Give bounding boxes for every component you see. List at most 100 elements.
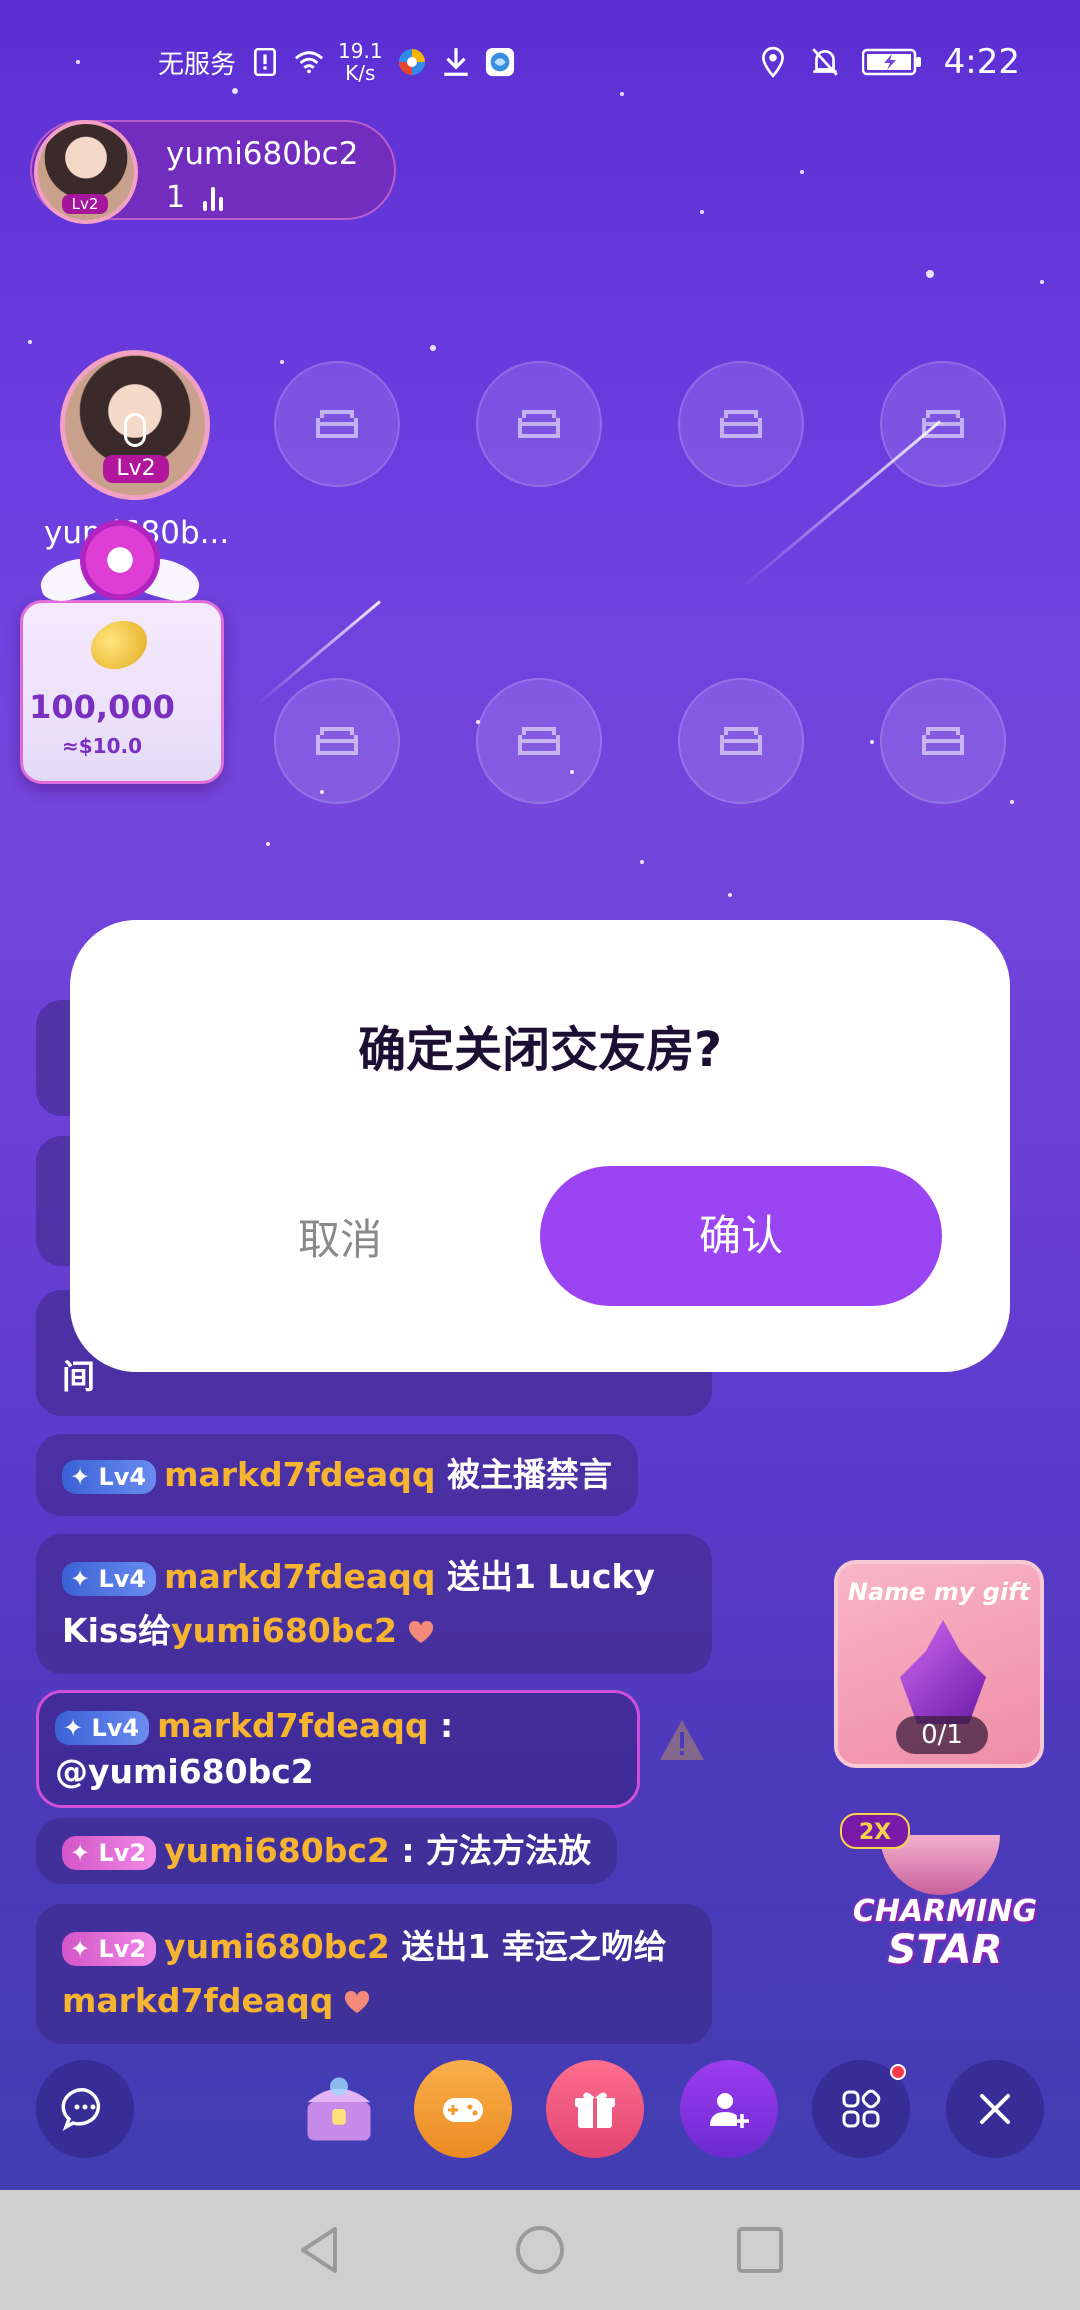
add-user-icon (710, 2093, 749, 2128)
gift-badge-icon (80, 520, 160, 600)
host-name: yumi680bc2 (166, 136, 359, 172)
host-info-pill[interactable]: Lv2 yumi680bc2 1 (30, 120, 396, 224)
chat-username[interactable]: markd7fdeaqq (164, 1557, 435, 1596)
chat-message[interactable]: ✦ Lv2 yumi680bc2 送出1 幸运之吻给 markd7fdeaqq (36, 1904, 712, 2044)
charm-line-2: STAR (887, 1927, 1003, 1973)
crystal-gift-icon (900, 1620, 986, 1724)
apps-grid-icon (842, 2089, 881, 2128)
recents-icon[interactable] (733, 2223, 787, 2277)
empty-seat[interactable] (274, 678, 400, 804)
gift-amount: 100,000 (29, 688, 175, 726)
confirm-button[interactable]: 确认 (540, 1166, 942, 1306)
dialog-title: 确定关闭交友房? (358, 1022, 722, 1078)
sofa-icon (518, 410, 560, 438)
empty-seat[interactable] (476, 678, 602, 804)
chat-button[interactable] (36, 2060, 134, 2158)
name-my-gift-promo[interactable]: Name my gift 0/1 (834, 1560, 1044, 1768)
level-badge: ✦ Lv4 (62, 1459, 157, 1494)
clock: 4:22 (943, 42, 1020, 82)
home-icon[interactable] (513, 2223, 567, 2277)
chat-text: : (428, 1706, 454, 1745)
browser-app-icon (397, 47, 427, 77)
empty-seat[interactable] (476, 361, 602, 487)
multiplier-badge: 2X (840, 1813, 910, 1849)
chat-message[interactable]: ✦ Lv4 markd7fdeaqq 送出1 Lucky Kiss给yumi680… (36, 1534, 712, 1674)
chat-message-mention[interactable]: ✦ Lv4 markd7fdeaqq : @yumi680bc2 (36, 1690, 640, 1808)
chat-message[interactable]: ✦ Lv2 yumi680bc2 : 方法方法放 (36, 1818, 618, 1884)
sofa-icon (518, 727, 560, 755)
audio-level-icon (203, 185, 224, 211)
chat-target-user[interactable]: markd7fdeaqq (62, 1981, 333, 2020)
host-mic-seat[interactable]: Lv2 (60, 350, 210, 500)
listener-count: 1 (166, 180, 224, 215)
warning-icon[interactable] (658, 1718, 706, 1762)
host-level-badge: Lv2 (62, 194, 108, 214)
mute-bell-icon (810, 47, 840, 77)
download-icon (441, 47, 471, 77)
wifi-icon (294, 47, 324, 77)
gift-usd-value: ≈$10.0 (61, 734, 143, 758)
sim-icon (250, 47, 280, 77)
level-badge: ✦ Lv4 (62, 1561, 157, 1596)
battery-charging-icon (861, 47, 922, 77)
seat-level-badge: Lv2 (103, 455, 169, 483)
empty-seat[interactable] (678, 678, 804, 804)
sofa-icon (922, 727, 964, 755)
chat-mention: @yumi680bc2 (55, 1752, 314, 1791)
gamepad-icon (443, 2098, 483, 2122)
chat-bubble-icon (61, 2088, 101, 2131)
location-icon (758, 46, 788, 78)
status-bar: 无服务 19.1 K/s 4:22 (0, 30, 1080, 94)
charm-line-1: CHARMING (852, 1894, 1038, 1929)
kiss-gift-icon (408, 1620, 433, 1643)
empty-seat[interactable] (274, 361, 400, 487)
level-badge: ✦ Lv2 (62, 1931, 157, 1966)
chat-target-user[interactable]: yumi680bc2 (171, 1611, 397, 1650)
level-badge: ✦ Lv4 (55, 1710, 150, 1745)
chat-text: : 方法方法放 (389, 1831, 592, 1870)
kiss-gift-icon (345, 1990, 370, 2013)
system-nav-bar (0, 2190, 1080, 2310)
network-speed: 19.1 K/s (338, 40, 383, 84)
chat-username[interactable]: markd7fdeaqq (164, 1455, 435, 1494)
sofa-icon (316, 410, 358, 438)
microphone-icon (124, 413, 146, 447)
carrier-label: 无服务 (158, 49, 237, 80)
invite-mic-button[interactable] (680, 2060, 778, 2158)
game-button[interactable] (414, 2060, 512, 2158)
level-badge: ✦ Lv2 (62, 1835, 157, 1870)
notification-dot (890, 2064, 906, 2080)
chat-text: 被主播禁言 (446, 1455, 612, 1494)
chat-username[interactable]: yumi680bc2 (164, 1831, 390, 1870)
empty-seat[interactable] (880, 678, 1006, 804)
speed-unit: K/s (345, 61, 376, 85)
promo-title: Name my gift (847, 1578, 1031, 1606)
treasure-box-button[interactable] (290, 2060, 388, 2158)
speed-value: 19.1 (338, 39, 383, 63)
chat-partial-text: 间 (62, 1357, 95, 1396)
empty-seat[interactable] (880, 361, 1006, 487)
sofa-icon (922, 410, 964, 438)
cancel-button[interactable]: 取消 (220, 1170, 460, 1310)
chat-username[interactable]: markd7fdeaqq (157, 1706, 428, 1745)
sofa-icon (720, 410, 762, 438)
chat-message[interactable]: ✦ Lv4 markd7fdeaqq 被主播禁言 (36, 1434, 638, 1516)
listener-count-value: 1 (166, 180, 186, 215)
sofa-icon (720, 727, 762, 755)
promo-progress: 0/1 (896, 1716, 988, 1754)
treasure-chest-icon (307, 2077, 371, 2141)
gift-button[interactable] (546, 2060, 644, 2158)
back-icon[interactable] (293, 2223, 347, 2277)
empty-seat[interactable] (678, 361, 804, 487)
close-icon (980, 2094, 1010, 2124)
chat-text: 送出1 幸运之吻给 (401, 1927, 667, 1966)
app-notification-icon (485, 47, 515, 77)
gift-box-icon (575, 2092, 615, 2128)
charming-star-label: CHARMING STAR (850, 1893, 1040, 1973)
charming-star-promo[interactable]: 2X CHARMING STAR (840, 1805, 1040, 1985)
chat-username[interactable]: yumi680bc2 (164, 1927, 390, 1966)
confirm-close-dialog: 确定关闭交友房? 取消 确认 (70, 920, 1010, 1372)
close-room-button[interactable] (946, 2060, 1044, 2158)
sofa-icon (316, 727, 358, 755)
more-apps-button[interactable] (812, 2060, 910, 2158)
